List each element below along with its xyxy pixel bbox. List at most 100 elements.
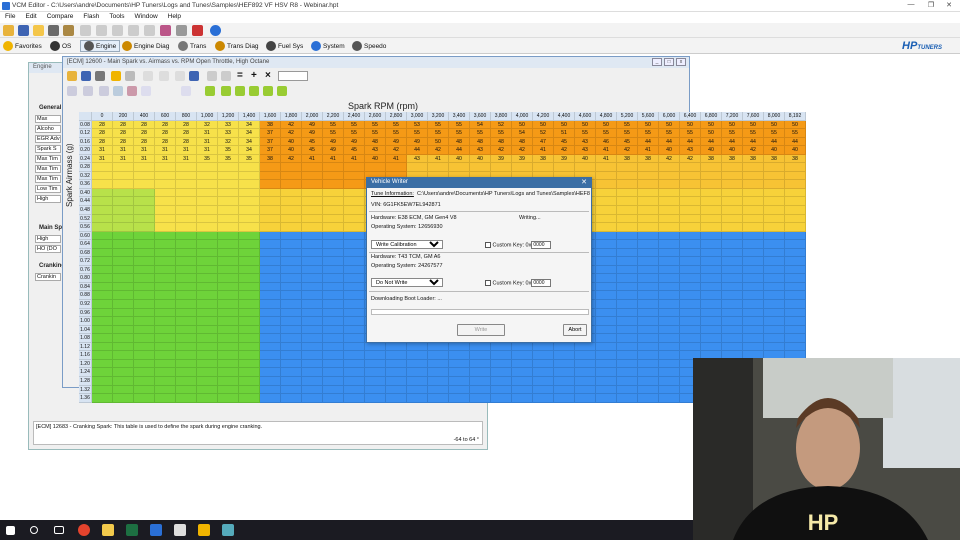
table-cell[interactable] <box>344 214 365 224</box>
table-cell[interactable] <box>218 282 239 292</box>
table-cell[interactable] <box>470 376 491 386</box>
table-cell[interactable] <box>197 342 218 352</box>
table-cell[interactable]: 48 <box>365 137 386 147</box>
table-cell[interactable] <box>680 240 701 249</box>
table-cell[interactable] <box>302 171 323 181</box>
table-cell[interactable]: 37 <box>260 137 281 147</box>
table-cell[interactable] <box>512 163 533 172</box>
table-cell[interactable]: 50 <box>701 129 722 138</box>
view-grid-icon[interactable] <box>99 86 109 96</box>
table-cell[interactable] <box>596 171 617 181</box>
table-cell[interactable] <box>449 376 470 386</box>
table-cell[interactable] <box>701 282 722 292</box>
table-cell[interactable] <box>554 163 575 172</box>
table-cell[interactable]: 43 <box>365 146 386 155</box>
table-cell[interactable] <box>92 394 113 403</box>
table-cell[interactable]: 40 <box>449 154 470 164</box>
table-cell[interactable] <box>92 171 113 181</box>
table-cell[interactable] <box>785 317 806 326</box>
table-cell[interactable] <box>617 206 638 215</box>
table-cell[interactable] <box>197 231 218 241</box>
table-cell[interactable] <box>281 282 302 292</box>
table-cell[interactable] <box>386 385 407 395</box>
table-cell[interactable]: 28 <box>134 137 155 147</box>
table-cell[interactable]: 53 <box>407 120 428 130</box>
table-cell[interactable] <box>281 188 302 198</box>
table-cell[interactable] <box>680 291 701 301</box>
table-cell[interactable] <box>281 231 302 241</box>
table-cell[interactable]: 55 <box>428 120 449 130</box>
table-cell[interactable] <box>596 351 617 360</box>
table-cell[interactable] <box>134 274 155 283</box>
table-cell[interactable] <box>617 282 638 292</box>
table-cell[interactable] <box>239 171 260 181</box>
table-cell[interactable] <box>176 394 197 403</box>
table-cell[interactable] <box>302 231 323 241</box>
table-cell[interactable] <box>743 300 764 309</box>
table-cell[interactable] <box>239 214 260 224</box>
table-cell[interactable] <box>239 300 260 309</box>
table-view3-icon[interactable] <box>175 71 185 81</box>
table-cell[interactable] <box>239 257 260 266</box>
table-cell[interactable] <box>554 359 575 369</box>
table-cell[interactable] <box>407 385 428 395</box>
table-cell[interactable] <box>260 265 281 275</box>
table-cell[interactable]: 31 <box>134 146 155 155</box>
table-cell[interactable] <box>218 240 239 249</box>
table-cell[interactable]: 43 <box>407 154 428 164</box>
table-cell[interactable] <box>596 206 617 215</box>
table-cell[interactable] <box>134 385 155 395</box>
table-cell[interactable] <box>638 385 659 395</box>
table-cell[interactable] <box>533 351 554 360</box>
table-cell[interactable] <box>323 163 344 172</box>
table-cell[interactable] <box>617 351 638 360</box>
table-cell[interactable] <box>260 317 281 326</box>
table-cell[interactable] <box>785 248 806 258</box>
table-cell[interactable] <box>617 342 638 352</box>
table-cell[interactable]: 49 <box>302 120 323 130</box>
table-cell[interactable] <box>218 317 239 326</box>
table-cell[interactable] <box>155 214 176 224</box>
maximize-button[interactable]: ❐ <box>922 1 940 9</box>
table-cell[interactable] <box>344 342 365 352</box>
table-cell[interactable] <box>155 206 176 215</box>
table-cell[interactable] <box>617 265 638 275</box>
table-cell[interactable] <box>596 257 617 266</box>
table-cell[interactable] <box>617 248 638 258</box>
table-cell[interactable] <box>176 197 197 207</box>
table-cell[interactable] <box>176 376 197 386</box>
table-cell[interactable] <box>92 265 113 275</box>
save-icon[interactable] <box>81 71 91 81</box>
table-cell[interactable] <box>344 317 365 326</box>
table-cell[interactable] <box>701 325 722 335</box>
table-cell[interactable]: 42 <box>281 129 302 138</box>
table-cell[interactable] <box>344 240 365 249</box>
table-cell[interactable]: 48 <box>491 137 512 147</box>
table-cell[interactable] <box>281 163 302 172</box>
table-cell[interactable] <box>638 334 659 343</box>
table-cell[interactable] <box>155 342 176 352</box>
table-cell[interactable] <box>596 231 617 241</box>
table-cell[interactable] <box>155 248 176 258</box>
table-cell[interactable] <box>302 308 323 318</box>
table-cell[interactable] <box>344 171 365 181</box>
table-cell[interactable] <box>701 274 722 283</box>
table-cell[interactable]: 41 <box>533 146 554 155</box>
table-cell[interactable] <box>197 188 218 198</box>
table-cell[interactable] <box>323 308 344 318</box>
table-cell[interactable]: 28 <box>92 137 113 147</box>
table-cell[interactable] <box>344 231 365 241</box>
table-cell[interactable] <box>155 394 176 403</box>
table-cell[interactable] <box>155 317 176 326</box>
table-cell[interactable] <box>260 385 281 395</box>
table-cell[interactable]: 40 <box>575 154 596 164</box>
table-cell[interactable]: 41 <box>596 146 617 155</box>
open-folder-icon[interactable] <box>3 25 14 36</box>
tcm-custom-key-checkbox[interactable] <box>485 280 491 286</box>
table-cell[interactable] <box>659 188 680 198</box>
table-cell[interactable] <box>176 385 197 395</box>
table-cell[interactable] <box>281 274 302 283</box>
table-cell[interactable] <box>260 300 281 309</box>
table-cell[interactable] <box>260 291 281 301</box>
table-cell[interactable] <box>155 274 176 283</box>
